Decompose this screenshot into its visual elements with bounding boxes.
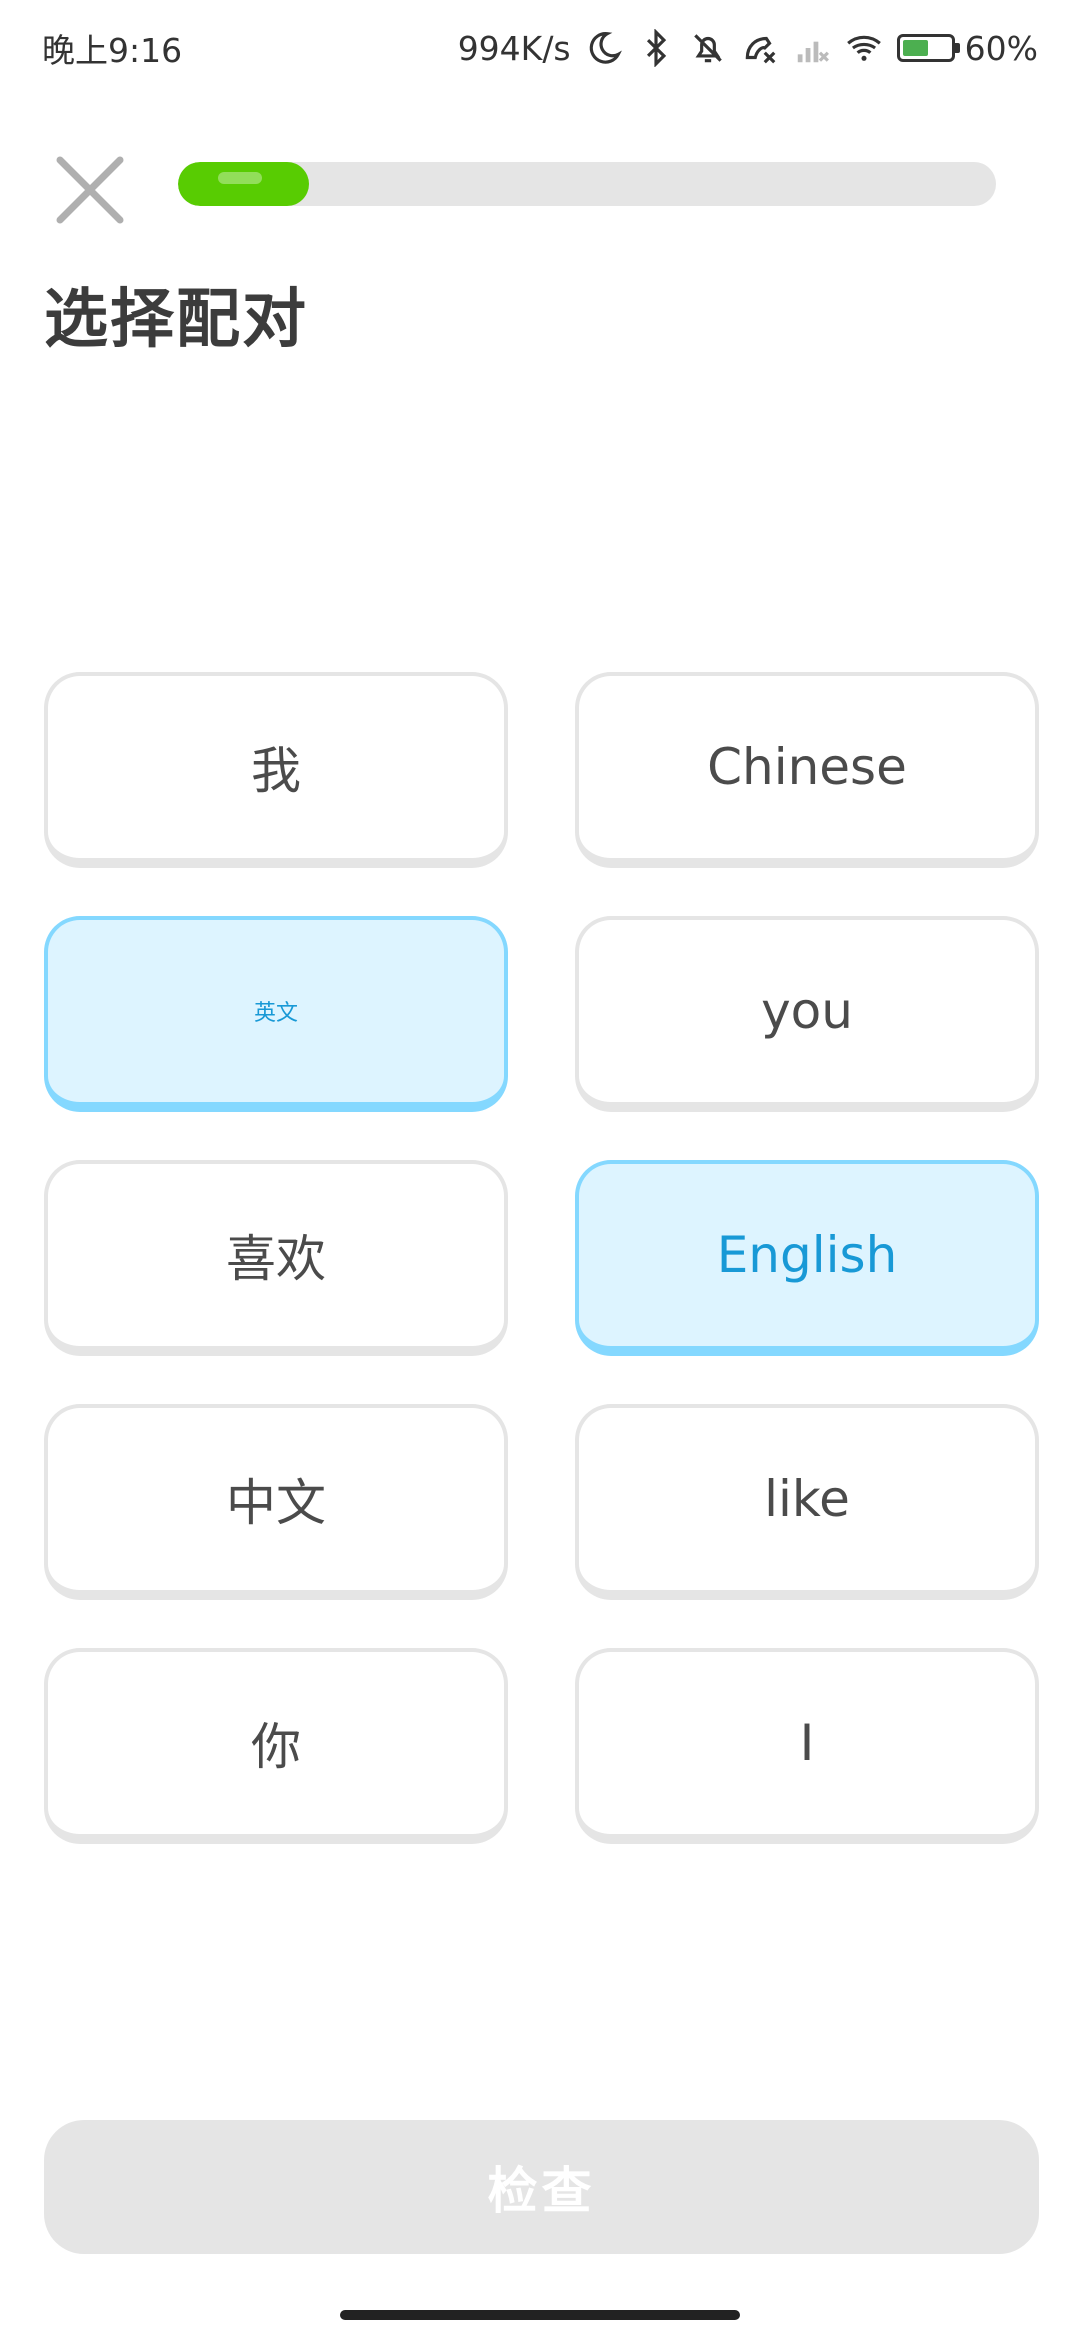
phone-missed-icon [741, 29, 779, 67]
match-tile-label: 你 [251, 1718, 301, 1776]
match-tile-label: I [799, 1714, 815, 1772]
match-tile-right[interactable]: you [575, 916, 1039, 1112]
match-grid: 我 Chinese 英文 you 喜欢 English 中文 like 你 I [44, 672, 1039, 1844]
match-tile-left[interactable]: 我 [44, 672, 508, 868]
match-tile-label: 我 [251, 742, 301, 800]
bell-off-icon [689, 29, 727, 67]
page-title: 选择配对 [44, 283, 308, 357]
match-tile-label: you [761, 982, 853, 1040]
wifi-icon [845, 29, 883, 67]
match-tile-right[interactable]: I [575, 1648, 1039, 1844]
bluetooth-icon [637, 29, 675, 67]
signal-off-icon [793, 29, 831, 67]
match-tile-left[interactable]: 英文 [44, 916, 508, 1112]
progress-fill [178, 162, 309, 206]
match-tile-right[interactable]: English [575, 1160, 1039, 1356]
battery-indicator: 60% [896, 28, 1038, 68]
network-speed: 994K/s [457, 28, 571, 68]
close-icon [56, 156, 124, 224]
close-button[interactable] [50, 150, 130, 230]
check-button[interactable]: 检查 [44, 2120, 1039, 2254]
match-tile-label: like [764, 1470, 850, 1528]
screen: 晚上9:16 994K/s 60% 选择配对 我 Chinese 英文 you … [0, 0, 1080, 2340]
match-tile-left[interactable]: 中文 [44, 1404, 508, 1600]
match-tile-right[interactable]: like [575, 1404, 1039, 1600]
match-tile-label: 中文 [226, 1474, 326, 1532]
match-tile-right[interactable]: Chinese [575, 672, 1039, 868]
moon-icon [585, 29, 623, 67]
battery-charging-icon [896, 34, 960, 62]
match-tile-label: 英文 [253, 1001, 298, 1026]
lesson-progress-bar [178, 162, 996, 206]
status-bar: 晚上9:16 994K/s 60% [0, 0, 1080, 96]
battery-percent: 60% [964, 28, 1038, 68]
match-tile-left[interactable]: 你 [44, 1648, 508, 1844]
match-tile-label: English [716, 1226, 898, 1284]
match-tile-label: 喜欢 [226, 1230, 326, 1288]
status-time: 晚上9:16 [42, 31, 183, 70]
lesson-header [0, 140, 1080, 230]
home-indicator[interactable] [340, 2310, 740, 2320]
match-tile-label: Chinese [707, 738, 907, 796]
match-tile-left[interactable]: 喜欢 [44, 1160, 508, 1356]
